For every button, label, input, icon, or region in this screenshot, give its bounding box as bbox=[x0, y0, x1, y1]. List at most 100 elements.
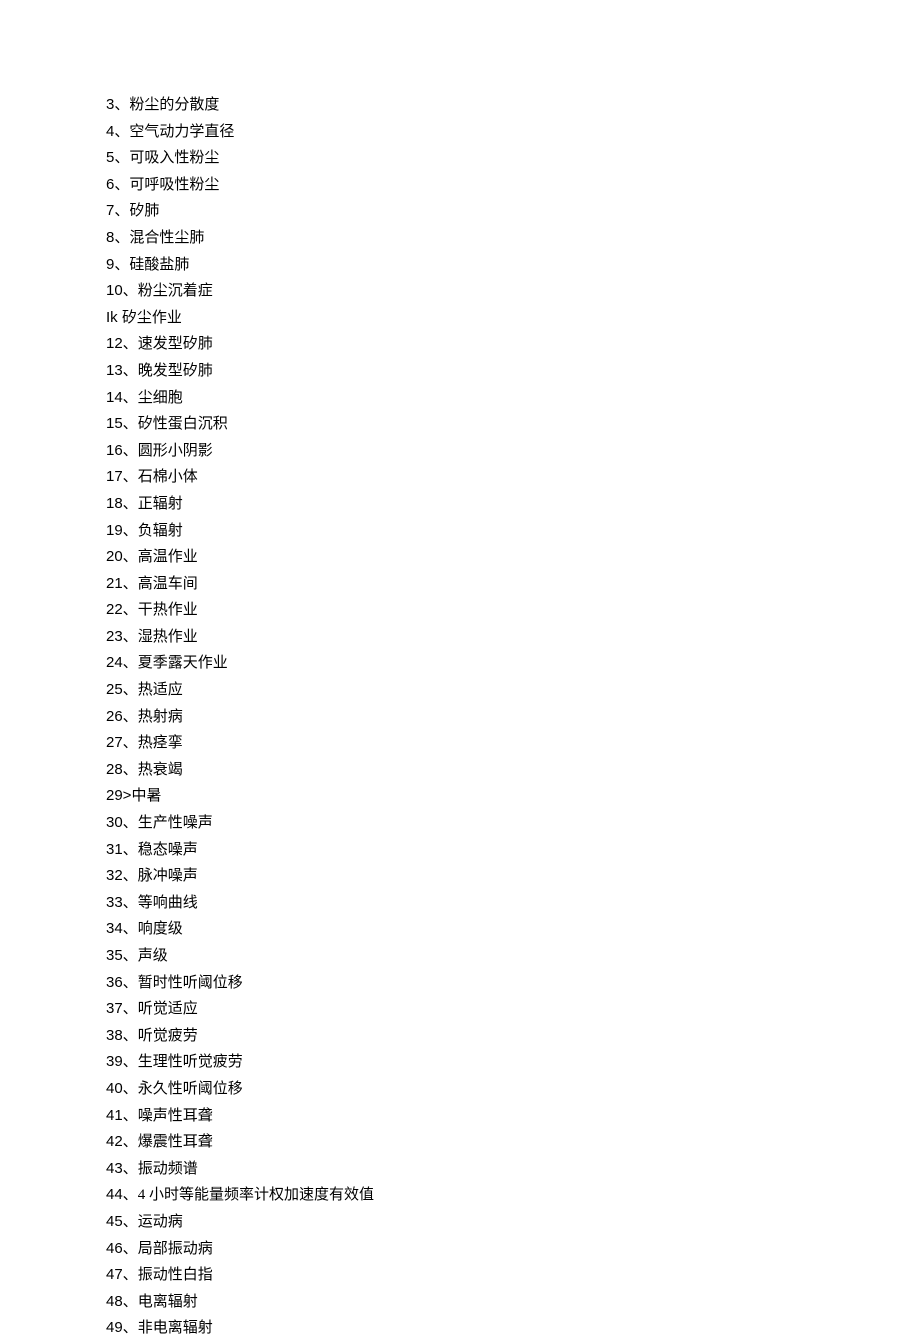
item-text: 中暑 bbox=[131, 788, 161, 804]
item-number: 37、 bbox=[106, 1000, 138, 1017]
list-item: 3、粉尘的分散度 bbox=[106, 92, 374, 119]
item-text: 振动性白指 bbox=[138, 1267, 213, 1283]
item-text: 生产性噪声 bbox=[138, 815, 213, 831]
list-item: 13、晚发型矽肺 bbox=[106, 358, 374, 385]
item-text: 生理性听觉疲劳 bbox=[138, 1054, 243, 1070]
item-number: 3、 bbox=[106, 96, 129, 113]
item-text: 圆形小阴影 bbox=[138, 443, 213, 459]
item-number: 21、 bbox=[106, 575, 138, 592]
item-number: 29> bbox=[106, 787, 131, 804]
list-item: 36、暂时性听阈位移 bbox=[106, 970, 374, 997]
list-item: 28、热衰竭 bbox=[106, 757, 374, 784]
item-number: 27、 bbox=[106, 734, 138, 751]
list-item: 26、热射病 bbox=[106, 704, 374, 731]
item-text: 石棉小体 bbox=[138, 469, 198, 485]
item-number: 45、 bbox=[106, 1213, 138, 1230]
item-number: 10、 bbox=[106, 282, 138, 299]
item-number: 19、 bbox=[106, 522, 138, 539]
item-text: 高温车间 bbox=[138, 576, 198, 592]
item-number: 5、 bbox=[106, 149, 129, 166]
item-number: 6、 bbox=[106, 176, 129, 193]
list-item: 46、局部振动病 bbox=[106, 1236, 374, 1263]
document-list: 3、粉尘的分散度4、空气动力学直径5、可吸入性粉尘6、可呼吸性粉尘7、矽肺8、混… bbox=[106, 92, 374, 1342]
item-number: 40、 bbox=[106, 1080, 138, 1097]
item-number: 4、 bbox=[106, 123, 129, 140]
item-number: 47、 bbox=[106, 1266, 138, 1283]
item-text: 混合性尘肺 bbox=[129, 230, 204, 246]
item-number: 15、 bbox=[106, 415, 138, 432]
item-number: 43、 bbox=[106, 1160, 138, 1177]
list-item: 38、听觉疲劳 bbox=[106, 1023, 374, 1050]
item-text: 高温作业 bbox=[138, 549, 198, 565]
list-item: 23、湿热作业 bbox=[106, 624, 374, 651]
item-number: 44、 bbox=[106, 1186, 138, 1203]
list-item: 7、矽肺 bbox=[106, 198, 374, 225]
item-number: 30、 bbox=[106, 814, 138, 831]
item-text: 运动病 bbox=[138, 1214, 183, 1230]
list-item: 5、可吸入性粉尘 bbox=[106, 145, 374, 172]
item-number: 20、 bbox=[106, 548, 138, 565]
item-text: 可呼吸性粉尘 bbox=[129, 177, 219, 193]
item-text: 矽尘作业 bbox=[122, 310, 182, 326]
item-number: 39、 bbox=[106, 1053, 138, 1070]
list-item: 22、干热作业 bbox=[106, 597, 374, 624]
item-text: 尘细胞 bbox=[138, 390, 183, 406]
list-item: 4、空气动力学直径 bbox=[106, 119, 374, 146]
list-item: 49、非电离辐射 bbox=[106, 1315, 374, 1342]
item-text: 空气动力学直径 bbox=[129, 124, 234, 140]
item-number: 17、 bbox=[106, 468, 138, 485]
item-text: 热衰竭 bbox=[138, 762, 183, 778]
item-text: 湿热作业 bbox=[138, 629, 198, 645]
list-item: 41、噪声性耳聋 bbox=[106, 1103, 374, 1130]
item-number: 22、 bbox=[106, 601, 138, 618]
item-number: 34、 bbox=[106, 920, 138, 937]
list-item: 29>中暑 bbox=[106, 783, 374, 810]
item-text: 等响曲线 bbox=[138, 895, 198, 911]
list-item: 32、脉冲噪声 bbox=[106, 863, 374, 890]
item-text: 噪声性耳聋 bbox=[138, 1108, 213, 1124]
item-text: 夏季露天作业 bbox=[138, 655, 228, 671]
item-number: 16、 bbox=[106, 442, 138, 459]
list-item: 12、速发型矽肺 bbox=[106, 331, 374, 358]
item-text: 干热作业 bbox=[138, 602, 198, 618]
item-text: 粉尘的分散度 bbox=[129, 97, 219, 113]
list-item: 34、响度级 bbox=[106, 916, 374, 943]
item-text: 热适应 bbox=[138, 682, 183, 698]
item-text: 电离辐射 bbox=[138, 1294, 198, 1310]
item-number: 8、 bbox=[106, 229, 129, 246]
item-text: 局部振动病 bbox=[138, 1241, 213, 1257]
item-text: 振动频谱 bbox=[138, 1161, 198, 1177]
item-text: 听觉适应 bbox=[138, 1001, 198, 1017]
item-number: 33、 bbox=[106, 894, 138, 911]
item-number: 9、 bbox=[106, 256, 129, 273]
item-text: 粉尘沉着症 bbox=[138, 283, 213, 299]
item-number: 36、 bbox=[106, 974, 138, 991]
item-number: 13、 bbox=[106, 362, 138, 379]
item-text: 负辐射 bbox=[138, 523, 183, 539]
item-text: 声级 bbox=[138, 948, 168, 964]
item-text: 永久性听阈位移 bbox=[138, 1081, 243, 1097]
list-item: 43、振动频谱 bbox=[106, 1156, 374, 1183]
item-number: Ik bbox=[106, 309, 122, 326]
list-item: 14、尘细胞 bbox=[106, 385, 374, 412]
list-item: 25、热适应 bbox=[106, 677, 374, 704]
list-item: 44、4 小时等能量频率计权加速度有效值 bbox=[106, 1182, 374, 1209]
list-item: Ik 矽尘作业 bbox=[106, 305, 374, 332]
item-text: 热射病 bbox=[138, 709, 183, 725]
list-item: 6、可呼吸性粉尘 bbox=[106, 172, 374, 199]
item-text: 正辐射 bbox=[138, 496, 183, 512]
list-item: 48、电离辐射 bbox=[106, 1289, 374, 1316]
item-text: 稳态噪声 bbox=[138, 842, 198, 858]
item-number: 31、 bbox=[106, 841, 138, 858]
item-number: 12、 bbox=[106, 335, 138, 352]
item-number: 18、 bbox=[106, 495, 138, 512]
item-number: 23、 bbox=[106, 628, 138, 645]
item-text: 爆震性耳聋 bbox=[138, 1134, 213, 1150]
item-text: 矽性蛋白沉积 bbox=[138, 416, 228, 432]
item-number: 25、 bbox=[106, 681, 138, 698]
list-item: 45、运动病 bbox=[106, 1209, 374, 1236]
list-item: 21、高温车间 bbox=[106, 571, 374, 598]
list-item: 40、永久性听阈位移 bbox=[106, 1076, 374, 1103]
item-text: 脉冲噪声 bbox=[138, 868, 198, 884]
item-text: 硅酸盐肺 bbox=[129, 257, 189, 273]
